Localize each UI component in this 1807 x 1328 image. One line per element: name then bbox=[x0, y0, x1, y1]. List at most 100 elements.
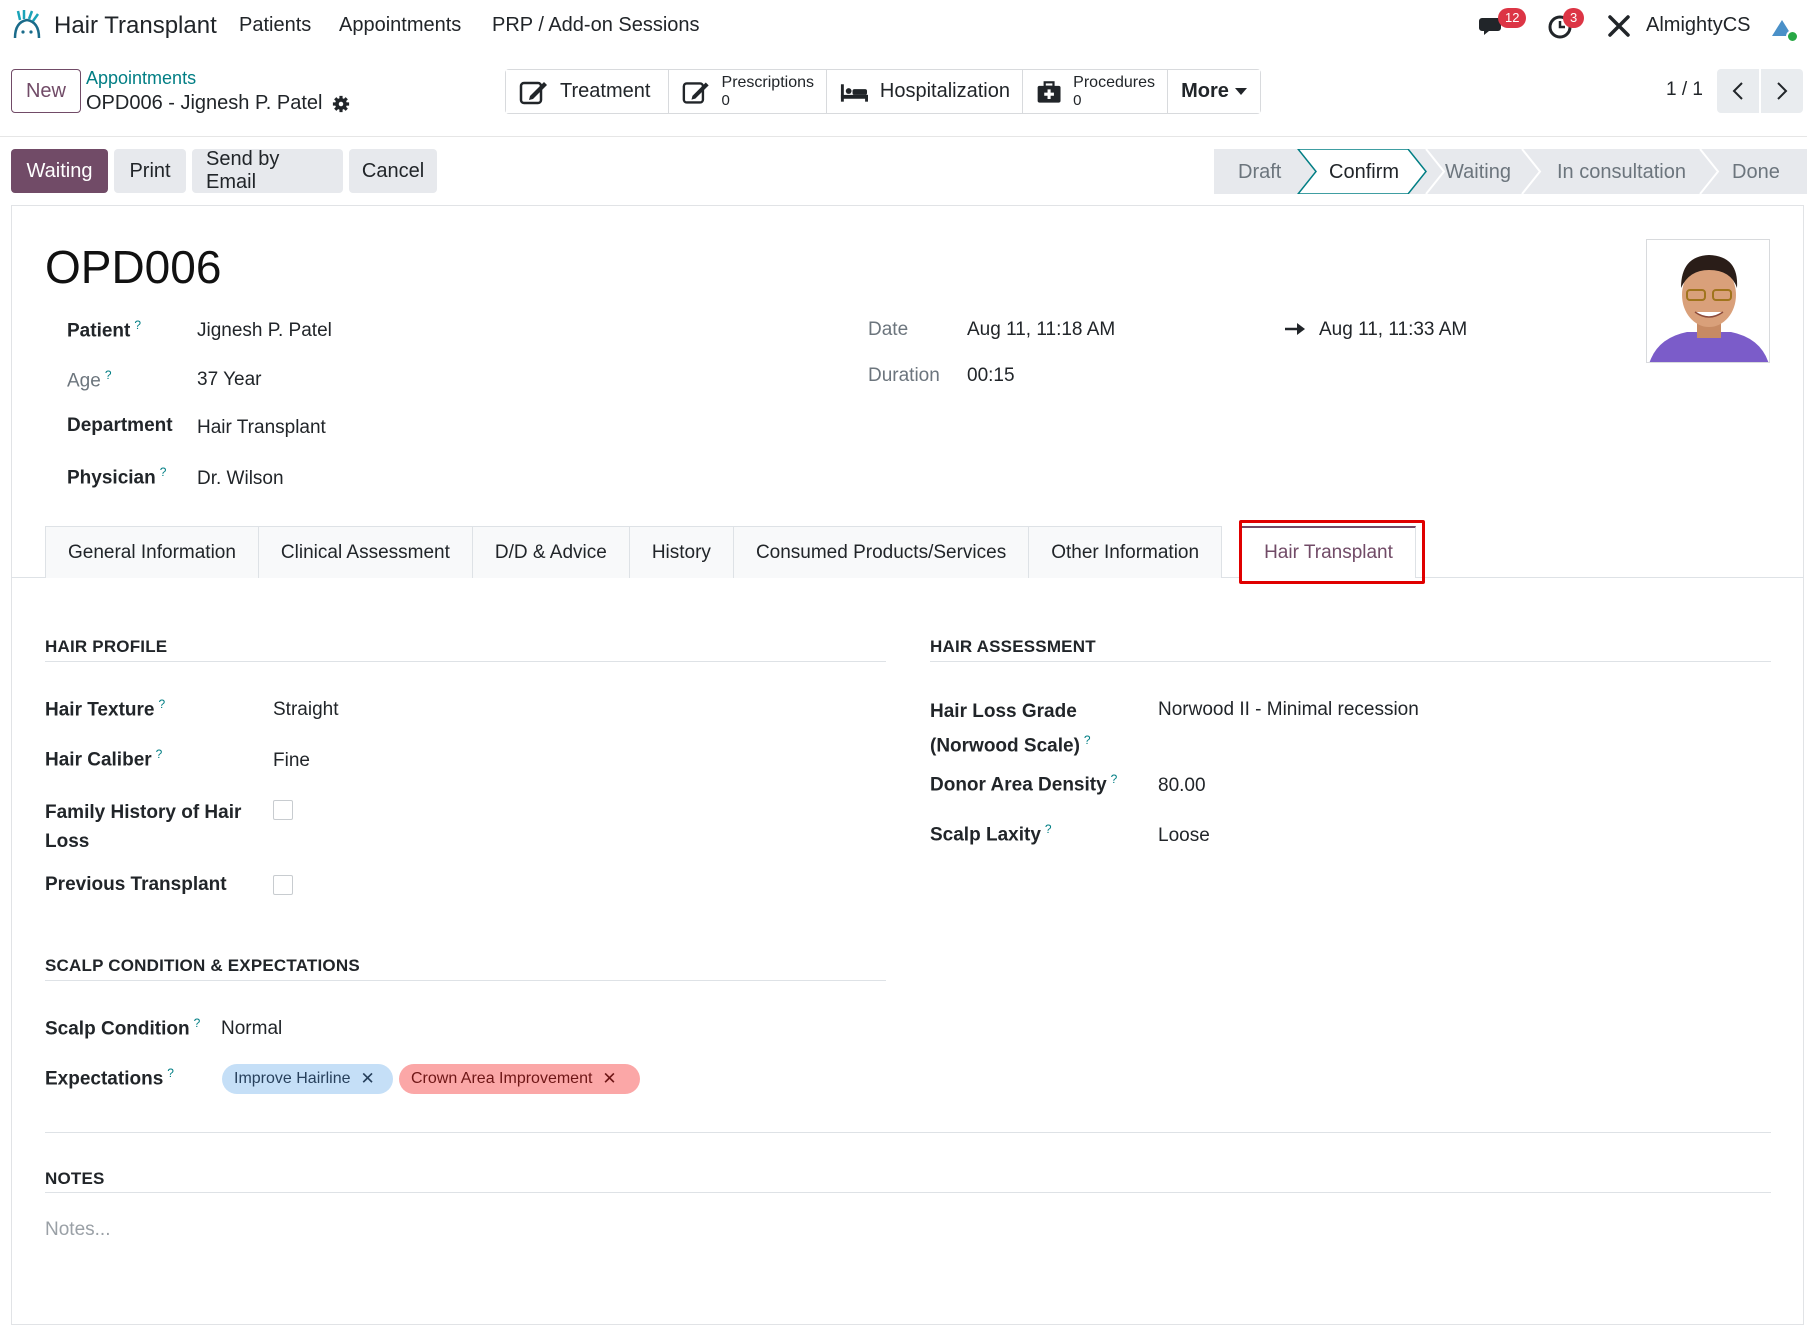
edit-icon bbox=[519, 81, 547, 104]
menu-appointments[interactable]: Appointments bbox=[339, 14, 461, 37]
expectation-tag-label: Crown Area Improvement bbox=[411, 1070, 593, 1087]
hair-loss-grade-label: Hair Loss Grade (Norwood Scale)? bbox=[930, 701, 1091, 757]
hair-caliber-label: Hair Caliber? bbox=[45, 747, 163, 771]
previous-transplant-checkbox[interactable] bbox=[273, 875, 293, 895]
tab-history[interactable]: History bbox=[628, 526, 734, 578]
stage-draft[interactable]: Draft bbox=[1238, 161, 1281, 184]
more-label: More bbox=[1181, 80, 1229, 102]
prescriptions-smart-button[interactable]: Prescriptions 0 bbox=[669, 70, 827, 113]
online-status-icon bbox=[1786, 30, 1799, 43]
menu-prp-addon-sessions[interactable]: PRP / Add-on Sessions bbox=[492, 14, 700, 37]
tab-general-information[interactable]: General Information bbox=[45, 526, 259, 578]
chevron-right-icon bbox=[1777, 82, 1788, 100]
notes-separator bbox=[45, 1132, 1771, 1133]
date-start-value[interactable]: Aug 11, 11:18 AM bbox=[967, 319, 1115, 341]
stage-done[interactable]: Done bbox=[1732, 161, 1780, 184]
more-button[interactable]: More bbox=[1168, 70, 1260, 113]
hair-caliber-value[interactable]: Fine bbox=[273, 750, 310, 772]
scalp-condition-value[interactable]: Normal bbox=[221, 1018, 282, 1040]
family-history-label: Family History of Hair Loss bbox=[45, 802, 242, 852]
tab-consumed-products-services[interactable]: Consumed Products/Services bbox=[732, 526, 1030, 578]
department-label: Department bbox=[67, 415, 173, 436]
physician-value[interactable]: Dr. Wilson bbox=[197, 468, 284, 490]
tools-icon[interactable] bbox=[1604, 12, 1634, 40]
treatment-label: Treatment bbox=[560, 80, 651, 102]
family-history-checkbox[interactable] bbox=[273, 800, 293, 820]
menu-patients[interactable]: Patients bbox=[239, 14, 311, 37]
pager-value[interactable]: 1 / 1 bbox=[1666, 79, 1703, 101]
expectations-label: Expectations? bbox=[45, 1066, 174, 1090]
date-label: Date bbox=[868, 319, 909, 340]
age-value: 37 Year bbox=[197, 369, 262, 390]
stage-confirm[interactable]: Confirm bbox=[1329, 161, 1399, 184]
hospitalization-label: Hospitalization bbox=[879, 80, 1010, 102]
control-panel-divider bbox=[0, 136, 1807, 137]
hospitalization-smart-button[interactable]: Hospitalization bbox=[827, 70, 1023, 113]
user-name[interactable]: AlmightyCS bbox=[1646, 14, 1750, 37]
pager-next-button[interactable] bbox=[1761, 69, 1803, 113]
expectation-tag-label: Improve Hairline bbox=[234, 1070, 351, 1087]
patient-label: Patient? bbox=[67, 318, 142, 342]
new-button[interactable]: New bbox=[11, 69, 81, 113]
scalp-section-divider bbox=[45, 980, 886, 981]
department-value[interactable]: Hair Transplant bbox=[197, 417, 326, 439]
notes-divider bbox=[45, 1192, 1771, 1193]
procedures-smart-button[interactable]: Procedures 0 bbox=[1023, 70, 1168, 113]
hair-transplant-app-icon[interactable] bbox=[10, 8, 44, 42]
scalp-section-title: SCALP CONDITION & EXPECTATIONS bbox=[45, 956, 360, 975]
edit-icon bbox=[682, 81, 709, 104]
close-icon[interactable]: ✕ bbox=[360, 1069, 374, 1089]
chevron-left-icon bbox=[1732, 82, 1743, 100]
scalp-laxity-value[interactable]: Loose bbox=[1158, 825, 1210, 847]
patient-value[interactable]: Jignesh P. Patel bbox=[197, 320, 332, 342]
caret-down-icon bbox=[1234, 87, 1247, 95]
prescriptions-label: Prescriptions bbox=[721, 73, 814, 91]
print-button[interactable]: Print bbox=[114, 149, 186, 193]
hair-profile-title: HAIR PROFILE bbox=[45, 637, 168, 656]
send-by-email-button[interactable]: Send by Email bbox=[192, 148, 343, 193]
stage-waiting[interactable]: Waiting bbox=[1445, 161, 1511, 184]
expectation-tag[interactable]: Crown Area Improvement ✕ bbox=[399, 1064, 640, 1094]
cancel-button[interactable]: Cancel bbox=[349, 149, 437, 193]
physician-label: Physician? bbox=[67, 465, 167, 489]
duration-value[interactable]: 00:15 bbox=[967, 365, 1015, 387]
patient-photo[interactable] bbox=[1646, 239, 1770, 363]
tab-other-information[interactable]: Other Information bbox=[1028, 526, 1223, 578]
tab-clinical-assessment[interactable]: Clinical Assessment bbox=[257, 526, 473, 578]
breadcrumb-appointments[interactable]: Appointments bbox=[86, 68, 196, 89]
tab-dd-advice[interactable]: D/D & Advice bbox=[471, 526, 630, 578]
pager-previous-button[interactable] bbox=[1717, 69, 1759, 113]
record-title: OPD006 bbox=[45, 241, 222, 293]
hair-assessment-title: HAIR ASSESSMENT bbox=[930, 637, 1096, 656]
medical-kit-icon bbox=[1037, 80, 1061, 103]
stage-in-consultation[interactable]: In consultation bbox=[1557, 161, 1686, 184]
smart-buttons-group: Treatment Prescriptions 0 Hospitalizatio… bbox=[505, 69, 1261, 114]
notebook-tabs: General Information Clinical Assessment … bbox=[45, 526, 1416, 578]
bed-icon bbox=[840, 83, 868, 102]
activities-counter-badge: 3 bbox=[1563, 8, 1585, 28]
notes-input[interactable]: Notes... bbox=[45, 1219, 110, 1241]
close-icon[interactable]: ✕ bbox=[602, 1069, 616, 1089]
age-label: Age? bbox=[67, 368, 112, 392]
treatment-smart-button[interactable]: Treatment bbox=[506, 70, 669, 113]
hair-profile-divider bbox=[45, 661, 886, 662]
hair-texture-value[interactable]: Straight bbox=[273, 699, 338, 721]
expectation-tag[interactable]: Improve Hairline ✕ bbox=[222, 1064, 393, 1094]
app-name[interactable]: Hair Transplant bbox=[54, 12, 217, 40]
donor-area-density-value[interactable]: 80.00 bbox=[1158, 775, 1206, 797]
hair-loss-grade-value[interactable]: Norwood II - Minimal recession bbox=[1158, 699, 1419, 721]
date-end-value[interactable]: Aug 11, 11:33 AM bbox=[1319, 319, 1467, 341]
hair-assessment-divider bbox=[930, 661, 1771, 662]
tab-highlight-annotation bbox=[1239, 520, 1425, 584]
top-navbar: Hair Transplant Patients Appointments PR… bbox=[0, 0, 1807, 52]
messages-counter-badge: 12 bbox=[1498, 8, 1527, 28]
gear-icon[interactable] bbox=[332, 95, 350, 113]
waiting-button[interactable]: Waiting bbox=[11, 149, 108, 193]
breadcrumb-current: OPD006 - Jignesh P. Patel bbox=[86, 92, 350, 115]
procedures-label: Procedures bbox=[1073, 73, 1155, 91]
prescriptions-count: 0 bbox=[721, 91, 730, 109]
previous-transplant-label: Previous Transplant bbox=[45, 874, 227, 895]
hair-texture-label: Hair Texture? bbox=[45, 697, 166, 721]
status-bar: Draft Confirm Waiting In consultation Do… bbox=[1214, 149, 1807, 194]
arrow-right-icon bbox=[1285, 323, 1305, 335]
